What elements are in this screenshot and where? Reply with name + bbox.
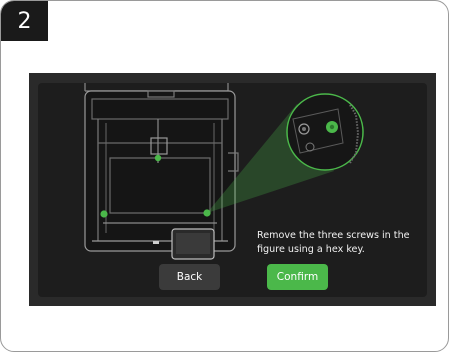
back-button[interactable]: Back bbox=[159, 264, 220, 290]
zoom-detail bbox=[286, 93, 364, 171]
printer-screen: Remove the three screws in the figure us… bbox=[29, 73, 436, 306]
step-number-badge: 2 bbox=[1, 1, 48, 41]
screw-marker-left bbox=[100, 210, 108, 218]
instruction-text: Remove the three screws in the figure us… bbox=[257, 230, 410, 255]
printer-illustration bbox=[84, 83, 364, 260]
printer-frame bbox=[84, 83, 239, 252]
confirm-button[interactable]: Confirm bbox=[267, 264, 328, 290]
instruction-card: 2 Remove the three screws in the figure … bbox=[0, 0, 449, 352]
screen-display: Remove the three screws in the figure us… bbox=[38, 83, 427, 297]
screw-marker-top bbox=[154, 154, 162, 162]
